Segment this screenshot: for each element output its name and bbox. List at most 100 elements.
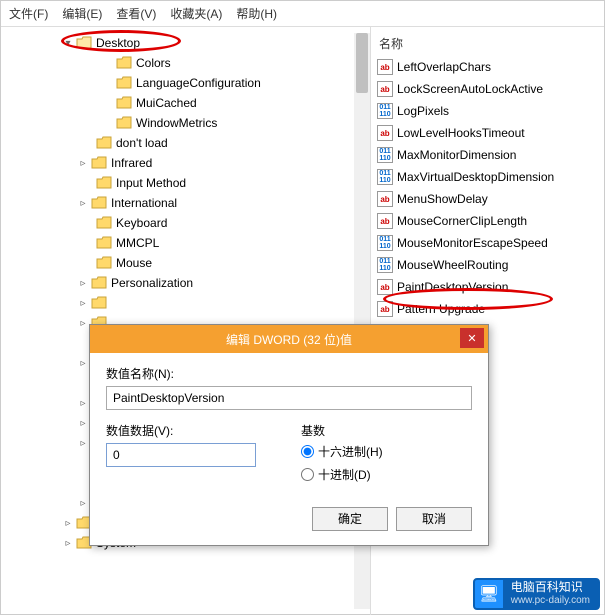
tree-item[interactable]: Input Method bbox=[7, 173, 370, 193]
tree-item[interactable]: don't load bbox=[7, 133, 370, 153]
list-item[interactable]: 011110 MaxVirtualDesktopDimension bbox=[375, 166, 600, 188]
folder-icon bbox=[116, 76, 132, 90]
expander-icon[interactable]: ▹ bbox=[77, 298, 89, 309]
edit-dword-dialog: 编辑 DWORD (32 位)值 ✕ 数值名称(N): 数值数据(V): 基数 … bbox=[89, 324, 489, 546]
ok-button[interactable]: 确定 bbox=[312, 507, 388, 531]
list-item[interactable]: abLeftOverlapChars bbox=[375, 56, 600, 78]
reg-sz-icon: ab bbox=[377, 279, 393, 295]
tree-item-label: Colors bbox=[134, 56, 173, 70]
menu-file[interactable]: 文件(F) bbox=[9, 5, 48, 22]
list-item[interactable]: 011110 MaxMonitorDimension bbox=[375, 144, 600, 166]
watermark-title: 电脑百科知识 bbox=[511, 580, 590, 594]
expander-icon[interactable]: ▹ bbox=[77, 318, 89, 329]
folder-icon bbox=[96, 216, 112, 230]
tree-item-label: Keyboard bbox=[114, 216, 169, 230]
expander-icon[interactable]: ▾ bbox=[62, 38, 74, 49]
tree-item[interactable]: LanguageConfiguration bbox=[7, 73, 370, 93]
list-item[interactable]: 011110 MouseWheelRouting bbox=[375, 254, 600, 276]
list-item-label: MenuShowDelay bbox=[397, 192, 488, 206]
folder-icon bbox=[96, 236, 112, 250]
list-item[interactable]: ab LockScreenAutoLockActive bbox=[375, 78, 600, 100]
tree-item[interactable]: ▹ bbox=[7, 293, 370, 313]
tree-item[interactable]: MuiCached bbox=[7, 93, 370, 113]
list-item[interactable]: 011110MouseMonitorEscapeSpeed bbox=[375, 232, 600, 254]
folder-icon bbox=[96, 136, 112, 150]
expander-icon[interactable]: ▹ bbox=[77, 498, 89, 509]
expander-icon[interactable]: ▹ bbox=[77, 418, 89, 429]
radio-hex[interactable]: 十六进制(H) bbox=[301, 443, 472, 460]
tree-item-label: MMCPL bbox=[114, 236, 161, 250]
folder-icon bbox=[116, 116, 132, 130]
expander-icon[interactable]: ▹ bbox=[77, 198, 89, 209]
tree-item-label: Desktop bbox=[94, 36, 142, 50]
expander-icon[interactable]: ▹ bbox=[77, 398, 89, 409]
menu-help[interactable]: 帮助(H) bbox=[236, 5, 277, 22]
reg-sz-icon: ab bbox=[377, 81, 393, 97]
tree-item[interactable]: ▹Personalization bbox=[7, 273, 370, 293]
reg-dword-icon: 011110 bbox=[377, 257, 393, 273]
tree-item-label: Input Method bbox=[114, 176, 188, 190]
radio-hex-input[interactable] bbox=[301, 445, 314, 458]
radio-dec-input[interactable] bbox=[301, 468, 314, 481]
list-item[interactable]: abLowLevelHooksTimeout bbox=[375, 122, 600, 144]
reg-dword-icon: 011110 bbox=[377, 103, 393, 119]
list-header-name[interactable]: 名称 bbox=[375, 33, 600, 54]
menu-edit[interactable]: 编辑(E) bbox=[62, 5, 102, 22]
tree-item[interactable]: WindowMetrics bbox=[7, 113, 370, 133]
value-name-input[interactable] bbox=[106, 386, 472, 410]
radio-dec[interactable]: 十进制(D) bbox=[301, 466, 472, 483]
list-item[interactable]: abPaintDesktopVersion bbox=[375, 276, 600, 298]
list-item[interactable]: 011110LogPixels bbox=[375, 100, 600, 122]
tree-item-label: Mouse bbox=[114, 256, 154, 270]
tree-item-label: Infrared bbox=[109, 156, 154, 170]
value-data-input[interactable] bbox=[106, 443, 256, 467]
folder-icon bbox=[91, 276, 107, 290]
tree-item[interactable]: ▾ Desktop bbox=[7, 33, 370, 53]
tree-item[interactable]: ▹ Infrared bbox=[7, 153, 370, 173]
folder-icon bbox=[91, 156, 107, 170]
list-item-label: MaxMonitorDimension bbox=[397, 148, 516, 162]
folder-icon bbox=[91, 296, 107, 310]
dialog-title: 编辑 DWORD (32 位)值 ✕ bbox=[90, 325, 488, 353]
list-item-label: MaxVirtualDesktopDimension bbox=[397, 170, 554, 184]
close-icon[interactable]: ✕ bbox=[460, 328, 484, 348]
expander-icon[interactable]: ▹ bbox=[77, 278, 89, 289]
list-item[interactable]: ab MouseCornerClipLength bbox=[375, 210, 600, 232]
list-item-label: Pattern Upgrade bbox=[397, 302, 485, 316]
folder-icon bbox=[76, 36, 92, 50]
value-data-label: 数值数据(V): bbox=[106, 422, 277, 439]
reg-sz-icon: ab bbox=[377, 59, 393, 75]
menubar: 文件(F) 编辑(E) 查看(V) 收藏夹(A) 帮助(H) bbox=[1, 1, 604, 26]
menu-view[interactable]: 查看(V) bbox=[116, 5, 156, 22]
list-item-label: LockScreenAutoLockActive bbox=[397, 82, 543, 96]
monitor-icon: 🖥 bbox=[475, 580, 503, 608]
reg-dword-icon: 011110 bbox=[377, 147, 393, 163]
list-item-label: MouseWheelRouting bbox=[397, 258, 508, 272]
folder-icon bbox=[96, 176, 112, 190]
tree-item[interactable]: ▹International bbox=[7, 193, 370, 213]
tree-item[interactable]: Keyboard bbox=[7, 213, 370, 233]
expander-icon[interactable]: ▹ bbox=[62, 518, 74, 529]
cancel-button[interactable]: 取消 bbox=[396, 507, 472, 531]
watermark-url: www.pc-daily.com bbox=[511, 594, 590, 608]
list-item-label: LowLevelHooksTimeout bbox=[397, 126, 525, 140]
scrollbar-thumb[interactable] bbox=[356, 33, 368, 93]
expander-icon[interactable]: ▹ bbox=[77, 158, 89, 169]
reg-dword-icon: 011110 bbox=[377, 169, 393, 185]
tree-item[interactable]: Colors bbox=[7, 53, 370, 73]
menu-fav[interactable]: 收藏夹(A) bbox=[170, 5, 222, 22]
list-item-label: MouseCornerClipLength bbox=[397, 214, 527, 228]
dialog-title-text: 编辑 DWORD (32 位)值 bbox=[226, 331, 352, 348]
list-item[interactable]: abPattern Upgrade bbox=[375, 298, 600, 320]
base-label: 基数 bbox=[301, 422, 472, 439]
tree-item-label: LanguageConfiguration bbox=[134, 76, 263, 90]
expander-icon[interactable]: ▹ bbox=[77, 438, 89, 449]
radio-hex-label: 十六进制(H) bbox=[318, 443, 383, 460]
tree-item[interactable]: MMCPL bbox=[7, 233, 370, 253]
expander-icon[interactable]: ▹ bbox=[77, 358, 89, 369]
expander-icon[interactable]: ▹ bbox=[62, 538, 74, 549]
reg-sz-icon: ab bbox=[377, 213, 393, 229]
reg-sz-icon: ab bbox=[377, 191, 393, 207]
tree-item[interactable]: Mouse bbox=[7, 253, 370, 273]
list-item[interactable]: ab MenuShowDelay bbox=[375, 188, 600, 210]
